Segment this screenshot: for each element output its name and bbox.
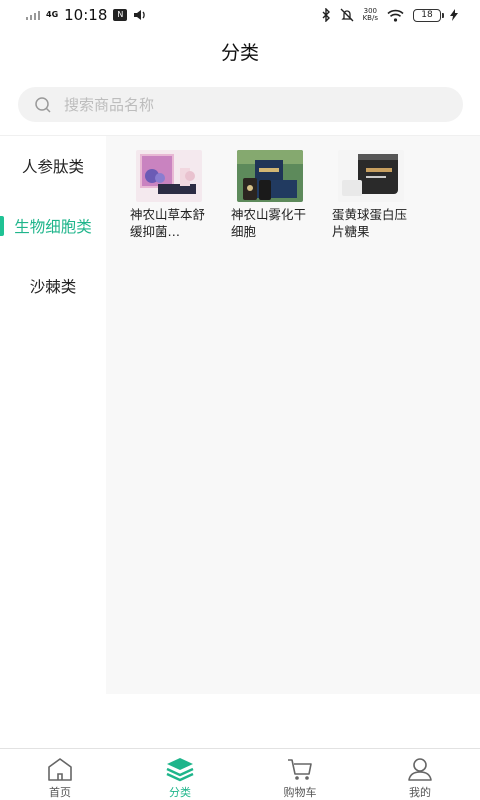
network-speed: 300 KB/s xyxy=(362,7,378,22)
mute-icon xyxy=(340,8,354,22)
volume-icon xyxy=(134,10,146,20)
cart-icon xyxy=(288,759,312,780)
tab-home[interactable]: 首页 xyxy=(0,749,120,800)
product-card[interactable]: 神农山雾化干细胞 xyxy=(231,150,307,240)
black-bottle-image xyxy=(338,150,404,202)
tab-cart[interactable]: 购物车 xyxy=(240,749,360,800)
tab-label: 首页 xyxy=(49,786,71,799)
bluetooth-icon xyxy=(322,8,330,22)
sidebar-item-ginseng-peptide[interactable]: 人参肽类 xyxy=(0,136,106,196)
bottom-tab-bar: 首页 分类 购物车 我的 xyxy=(0,748,480,800)
home-icon xyxy=(48,758,72,781)
wifi-icon xyxy=(387,9,404,22)
sidebar-item-label: 生物细胞类 xyxy=(14,218,92,236)
search-icon xyxy=(35,96,51,113)
tab-category[interactable]: 分类 xyxy=(120,749,240,800)
charging-icon xyxy=(450,9,458,21)
product-card[interactable]: 神农山草本舒缓抑菌… xyxy=(130,150,206,240)
user-icon xyxy=(408,758,432,781)
sidebar-item-label: 人参肽类 xyxy=(21,158,84,176)
product-panel: 神农山草本舒缓抑菌… 神农山雾化干细胞 蛋黄球蛋白压片糖果 xyxy=(106,136,480,694)
product-card[interactable]: 蛋黄球蛋白压片糖果 xyxy=(332,150,408,240)
sidebar-item-bio-cell[interactable]: 生物细胞类 xyxy=(0,196,106,256)
layers-icon xyxy=(166,758,194,782)
product-name: 神农山草本舒缓抑菌… xyxy=(130,207,206,239)
product-name: 蛋黄球蛋白压片糖果 xyxy=(332,207,408,239)
tab-mine[interactable]: 我的 xyxy=(360,749,480,800)
battery-icon: 18 xyxy=(413,8,444,22)
page-title: 分类 xyxy=(220,42,259,64)
search-bar[interactable] xyxy=(18,87,463,122)
status-bar: 4G 10:18 N 300 KB/s 18 xyxy=(0,0,480,30)
clock: 10:18 xyxy=(64,6,108,24)
tab-label: 我的 xyxy=(409,786,431,799)
signal-icon xyxy=(26,10,40,20)
tab-label: 购物车 xyxy=(283,786,317,799)
network-type: 4G xyxy=(46,10,59,19)
tab-label: 分类 xyxy=(169,786,191,799)
blue-gift-set-image xyxy=(237,150,303,202)
notification-icon: N xyxy=(113,9,128,21)
product-name: 神农山雾化干细胞 xyxy=(231,207,307,239)
search-input[interactable] xyxy=(64,95,424,114)
sidebar-item-label: 沙棘类 xyxy=(29,278,77,296)
category-sidebar: 人参肽类 生物细胞类 沙棘类 xyxy=(0,136,106,694)
sidebar-item-sea-buckthorn[interactable]: 沙棘类 xyxy=(0,256,106,316)
purple-product-box-image xyxy=(136,150,202,202)
